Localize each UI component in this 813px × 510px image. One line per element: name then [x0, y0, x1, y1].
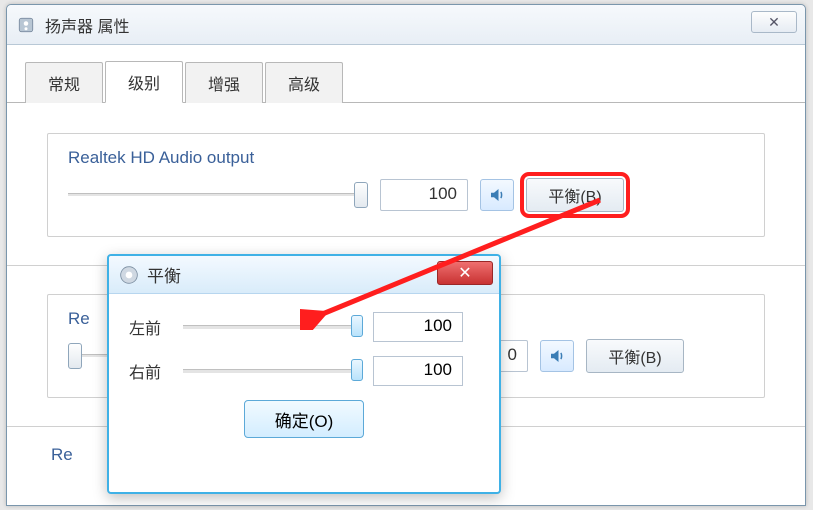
group-label: Realtek HD Audio output	[68, 148, 744, 168]
volume-value[interactable]: 100	[380, 179, 468, 211]
balance-row-right: 右前 100	[129, 356, 479, 386]
tab-general[interactable]: 常规	[25, 62, 103, 103]
balance-dialog: 平衡 ✕ 左前 100 右前 100 确定(O)	[107, 254, 501, 494]
speaker-icon	[548, 347, 566, 365]
mute-button[interactable]	[540, 340, 574, 372]
balance-button[interactable]: 平衡(B)	[526, 178, 624, 212]
tab-enhancements[interactable]: 增强	[185, 62, 263, 103]
channel-value[interactable]: 100	[373, 356, 463, 386]
channel-slider[interactable]	[183, 315, 363, 339]
tab-levels[interactable]: 级别	[105, 61, 183, 103]
slider-track-bar	[183, 369, 363, 373]
level-row: 100 平衡(B)	[68, 178, 744, 212]
speaker-window-icon	[17, 16, 35, 34]
slider-thumb[interactable]	[351, 359, 363, 381]
balance-close-button[interactable]: ✕	[437, 261, 493, 285]
slider-thumb[interactable]	[68, 343, 82, 369]
channel-label: 左前	[129, 315, 173, 339]
volume-slider[interactable]	[68, 182, 368, 208]
title-bar: 扬声器 属性 ✕	[7, 5, 805, 45]
close-button[interactable]: ✕	[751, 11, 797, 33]
balance-dialog-title: 平衡	[147, 262, 181, 287]
slider-track-bar	[68, 193, 368, 197]
speaker-icon	[488, 186, 506, 204]
ok-button[interactable]: 确定(O)	[244, 400, 364, 438]
slider-thumb[interactable]	[354, 182, 368, 208]
output-group-0: Realtek HD Audio output 100 平衡(B)	[47, 133, 765, 237]
balance-row-left: 左前 100	[129, 312, 479, 342]
close-icon: ✕	[768, 14, 780, 31]
window-title: 扬声器 属性	[45, 13, 129, 37]
channel-slider[interactable]	[183, 359, 363, 383]
slider-thumb[interactable]	[351, 315, 363, 337]
slider-track-bar	[183, 325, 363, 329]
channel-value[interactable]: 100	[373, 312, 463, 342]
channel-label: 右前	[129, 359, 173, 383]
tab-advanced[interactable]: 高级	[265, 62, 343, 103]
mute-button[interactable]	[480, 179, 514, 211]
balance-dialog-icon	[119, 265, 139, 285]
tab-strip: 常规 级别 增强 高级	[7, 63, 805, 103]
balance-title-bar: 平衡 ✕	[109, 256, 499, 294]
balance-button[interactable]: 平衡(B)	[586, 339, 684, 373]
balance-body: 左前 100 右前 100 确定(O)	[109, 294, 499, 448]
close-icon: ✕	[458, 263, 471, 283]
